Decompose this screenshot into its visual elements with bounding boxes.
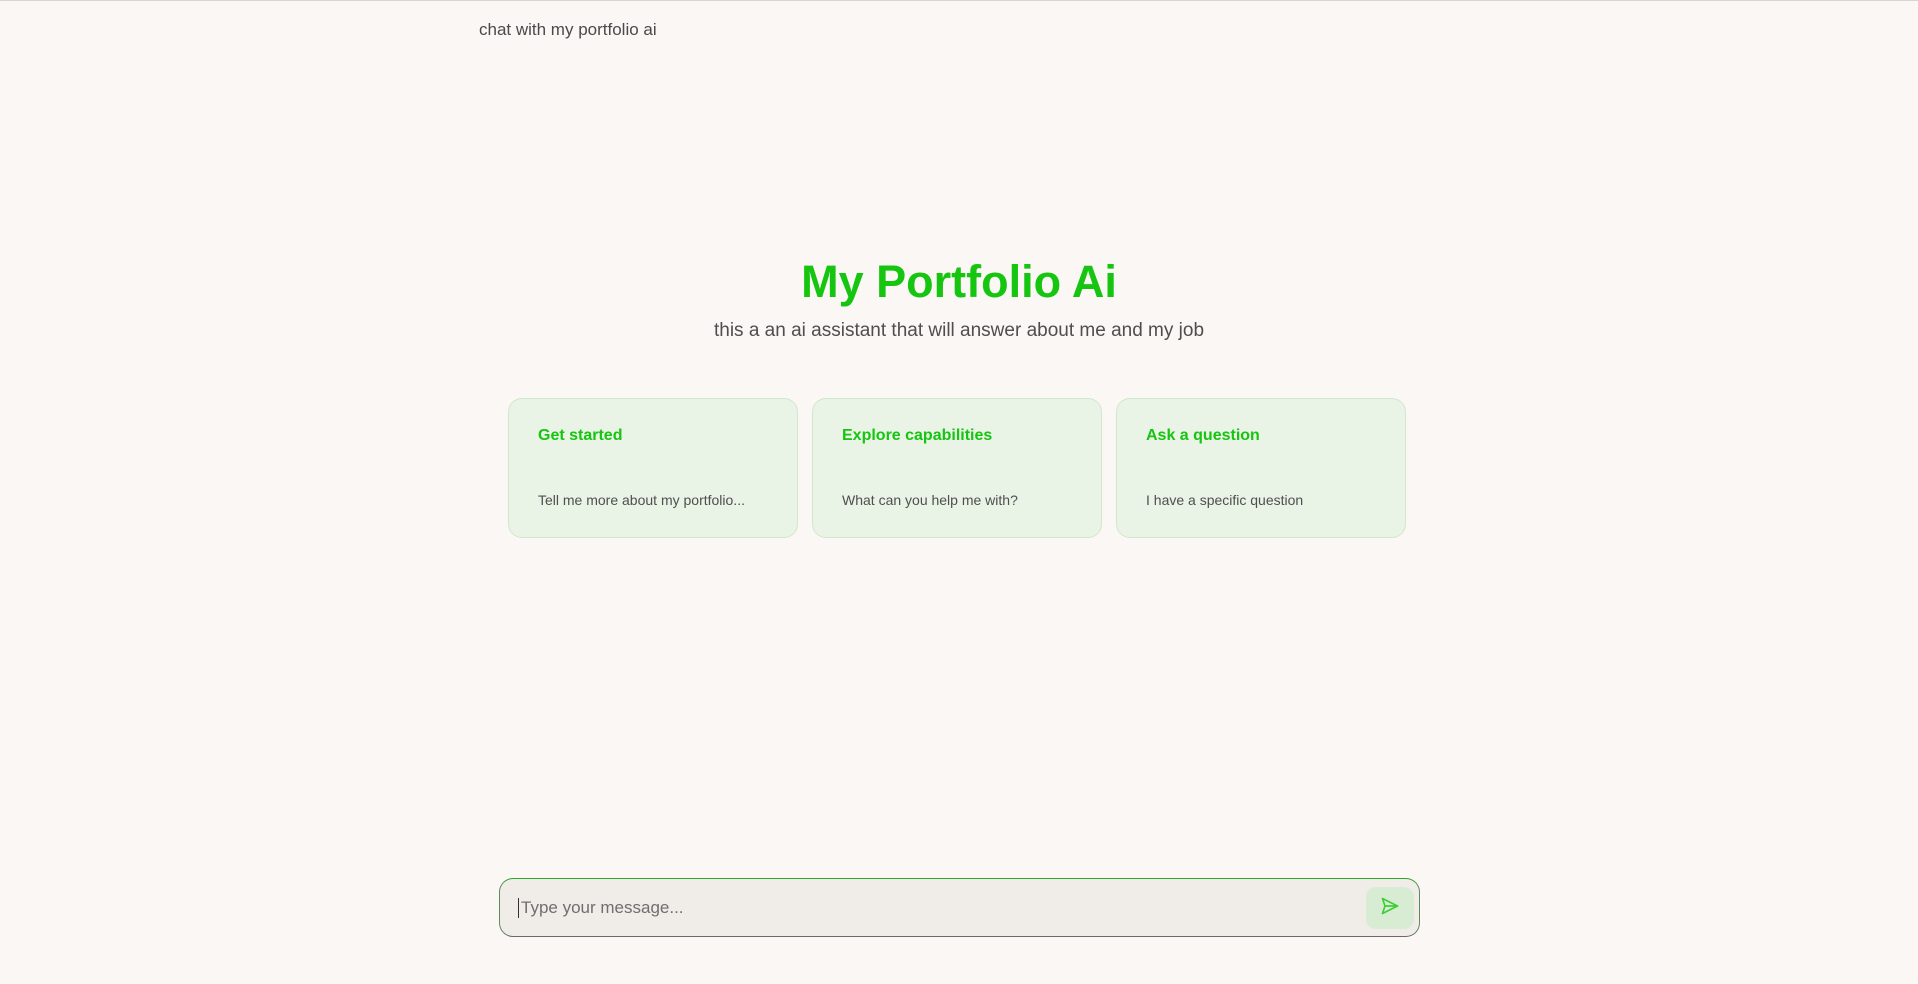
hero: My Portfolio Ai this a an ai assistant t… (0, 253, 1918, 343)
card-title: Ask a question (1146, 427, 1260, 444)
message-input[interactable] (518, 898, 1361, 918)
suggestion-cards: Get started Tell me more about my portfo… (508, 398, 1406, 538)
app-title: chat with my portfolio ai (479, 20, 657, 39)
suggestion-card-explore-capabilities[interactable]: Explore capabilities What can you help m… (812, 398, 1102, 538)
suggestion-card-get-started[interactable]: Get started Tell me more about my portfo… (508, 398, 798, 538)
page-subtitle: this a an ai assistant that will answer … (713, 320, 1205, 341)
page: chat with my portfolio ai My Portfolio A… (0, 0, 1918, 984)
suggestion-card-ask-question[interactable]: Ask a question I have a specific questio… (1116, 398, 1406, 538)
message-composer (499, 878, 1420, 937)
card-title: Explore capabilities (842, 427, 993, 444)
card-description: What can you help me with? (842, 492, 1018, 508)
send-button[interactable] (1366, 887, 1414, 929)
page-title: My Portfolio Ai (801, 256, 1117, 307)
card-description: Tell me more about my portfolio... (538, 492, 745, 508)
card-description: I have a specific question (1146, 492, 1304, 508)
card-title: Get started (538, 427, 623, 444)
send-icon (1380, 896, 1400, 921)
